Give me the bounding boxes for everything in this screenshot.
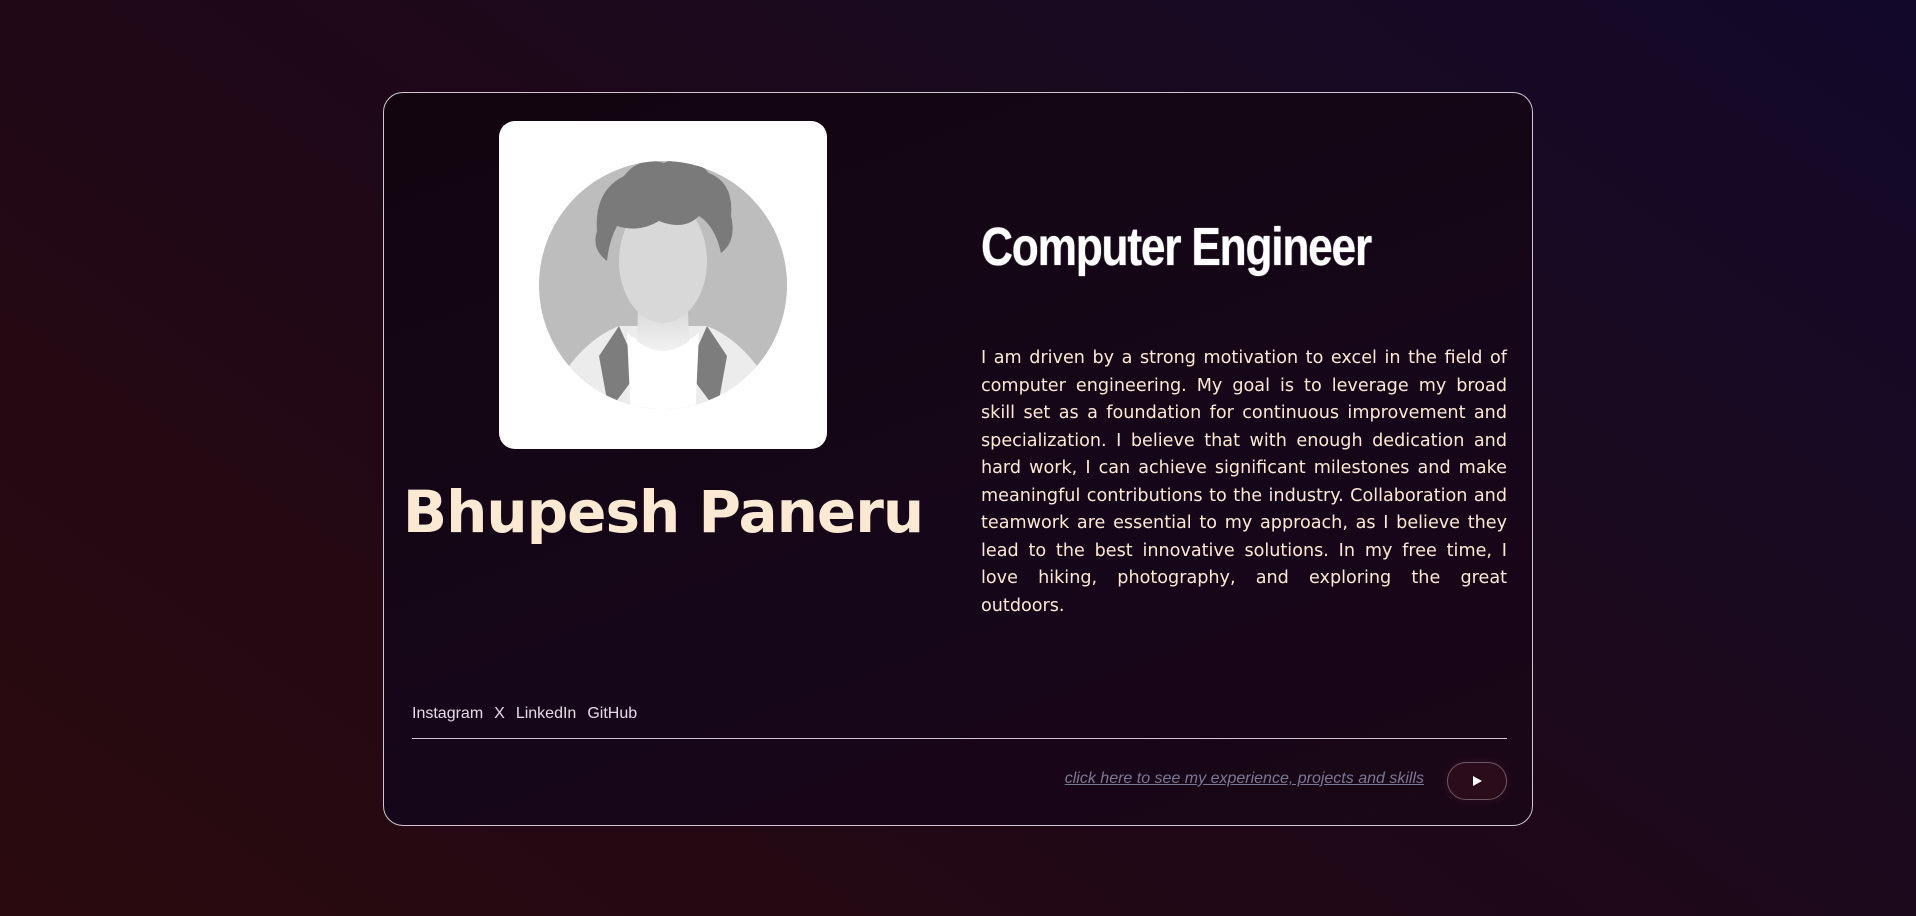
avatar <box>499 121 827 449</box>
profile-bio: I am driven by a strong motivation to ex… <box>981 348 1507 616</box>
experience-link[interactable]: click here to see my experience, project… <box>1065 770 1424 788</box>
social-link-github[interactable]: GitHub <box>587 705 637 723</box>
social-link-instagram[interactable]: Instagram <box>412 705 483 723</box>
divider <box>412 738 1507 739</box>
social-link-x[interactable]: X <box>494 705 505 723</box>
social-links: Instagram X LinkedIn GitHub <box>412 705 637 723</box>
profile-card: Bhupesh Paneru Computer Engineer I am dr… <box>383 92 1533 826</box>
next-button[interactable] <box>1447 762 1507 800</box>
person-avatar-icon <box>539 161 787 409</box>
profile-name: Bhupesh Paneru <box>402 478 924 546</box>
social-link-linkedin[interactable]: LinkedIn <box>516 705 577 723</box>
profile-role: Computer Engineer <box>981 217 1372 277</box>
play-icon <box>1473 776 1482 786</box>
